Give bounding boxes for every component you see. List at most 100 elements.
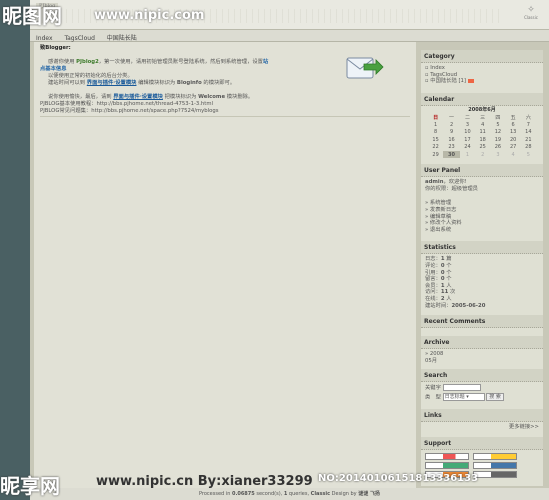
calendar-day[interactable]: 13	[506, 128, 521, 136]
calendar-day[interactable]: 15	[428, 136, 443, 144]
calendar-day[interactable]: 16	[443, 136, 460, 144]
archive-year[interactable]: » 2008	[425, 351, 539, 358]
greeting: 致Blogger:	[40, 45, 71, 51]
stat-label: 日志：	[425, 256, 441, 263]
stat-unit: 人	[444, 282, 452, 289]
calendar-day[interactable]: 5	[490, 121, 505, 129]
watermark-id: NO:20140106151813336133	[318, 473, 479, 484]
calendar-day[interactable]: 10	[460, 128, 475, 136]
nav-category[interactable]: 中国陆长陆	[101, 30, 141, 42]
rss-badge[interactable]	[425, 461, 469, 469]
calendar-day[interactable]: 21	[521, 136, 536, 144]
calendar-day[interactable]: 14	[521, 128, 536, 136]
edit-profile-link[interactable]: » 修改个人资料	[425, 220, 539, 227]
calendar-day[interactable]: 2	[475, 151, 490, 159]
pjblog-link[interactable]: PJblog2	[76, 59, 99, 65]
calendar-day[interactable]: 28	[521, 143, 536, 151]
calendar-day[interactable]: 3	[490, 151, 505, 159]
classic-theme-mark: ✧ Classic	[519, 5, 543, 21]
calendar-day[interactable]: 5	[521, 151, 536, 159]
search-type-row: 类 型 日志标题 ▾ 搜 索	[425, 392, 539, 401]
more-links[interactable]: 更多链接>>	[509, 424, 539, 430]
search-title: Search	[421, 369, 543, 383]
stat-row: 留言：0 个	[425, 276, 539, 283]
type-label: 类 型	[425, 394, 441, 401]
logout-link[interactable]: » 退出系统	[425, 227, 539, 234]
calendar-day[interactable]: 1	[428, 121, 443, 129]
calendar-day[interactable]: 7	[521, 121, 536, 129]
calendar-day[interactable]: 26	[490, 143, 505, 151]
calendar-day[interactable]: 9	[443, 128, 460, 136]
atom-badge[interactable]	[473, 461, 517, 469]
archive-title: Archive	[421, 336, 543, 350]
mail-arrow-icon	[346, 57, 384, 79]
w3c-xhtml-badge[interactable]	[425, 452, 469, 460]
keyword-label: 关键字	[425, 385, 441, 392]
nav-tagscloud[interactable]: TagsCloud	[58, 32, 98, 42]
content-divider	[40, 116, 410, 117]
tutorial-link[interactable]: PJBLOG基本使用教程：http://bbs.pjhome.net/threa…	[40, 101, 416, 108]
search-input[interactable]	[442, 384, 481, 392]
site-link[interactable]: 站	[263, 59, 268, 65]
calendar-weekday: 三	[480, 114, 486, 121]
calendar-day[interactable]: 23	[443, 143, 460, 151]
intro-line-5: 说你使用愉快，最后，请到 界面与插件·设置模块 把模块标识为 Welcome 模…	[40, 94, 416, 101]
text: ，第一次使用，请用初始管理员账号登陆系统，然后到系统管理，设置	[98, 59, 263, 65]
watermark-logo-bottom: 昵享网	[0, 474, 60, 498]
license-badge[interactable]	[473, 470, 517, 478]
category-item[interactable]: ▫ 中国陆长陆 [1]	[425, 78, 539, 85]
stat-label: 会员：	[425, 282, 441, 289]
calendar-day[interactable]: 19	[490, 136, 505, 144]
calendar-day[interactable]: 17	[460, 136, 475, 144]
calendar-day[interactable]: 18	[475, 136, 490, 144]
calendar-day[interactable]: 3	[460, 121, 475, 129]
classic-leaf-icon: ✧	[527, 5, 535, 15]
calendar-day[interactable]: 30	[443, 150, 460, 159]
module-settings-link[interactable]: 界面与插件·设置模块	[87, 80, 137, 86]
calendar-day[interactable]: 20	[506, 136, 521, 144]
search-button[interactable]: 搜 索	[486, 392, 504, 401]
designer-link[interactable]: 谜谜 飞扬	[358, 491, 380, 497]
search-keyword-row: 关键字	[425, 384, 539, 392]
stat-label: 留言：	[425, 276, 441, 283]
category-label: Index	[430, 65, 445, 71]
processed-time: 0.06875	[231, 491, 255, 497]
nav-index[interactable]: Index	[30, 32, 57, 42]
faq-link[interactable]: PJBLOG常见问题集：http://bbs.pjhome.net/space.…	[40, 108, 416, 115]
calendar-day[interactable]: 22	[428, 143, 443, 151]
module-settings-link-2[interactable]: 界面与插件·设置模块	[113, 94, 163, 100]
stat-unit: 人	[444, 296, 452, 302]
archive-month[interactable]: 05月	[425, 358, 539, 365]
text: 感谢你使用	[48, 59, 77, 65]
calendar-day[interactable]: 24	[460, 143, 475, 151]
search-type-select[interactable]: 日志标题 ▾	[442, 392, 485, 401]
watermark-url: www.nipic.com	[94, 8, 205, 23]
calendar-day[interactable]: 4	[506, 151, 521, 159]
calendar-day[interactable]: 2	[443, 121, 460, 129]
welcome-line: admin，欢迎你!	[425, 179, 539, 186]
calendar-day[interactable]: 11	[475, 128, 490, 136]
bloginfo-label: Bloginfo	[176, 80, 202, 86]
w3c-css-badge[interactable]	[473, 452, 517, 460]
user-panel-title: User Panel	[421, 164, 543, 178]
calendar-day[interactable]: 27	[506, 143, 521, 151]
calendar-day[interactable]: 6	[506, 121, 521, 129]
calendar-day[interactable]: 12	[490, 128, 505, 136]
category-item[interactable]: ▫ Index	[425, 65, 539, 72]
footer: Processed in 0.06875 second(s), 1 querie…	[30, 488, 549, 500]
calendar-day[interactable]: 29	[428, 151, 443, 159]
statistics: 日志：1 篇评论：0 个引用：0 个留言：0 个会员：1 人访问：11 次在线：…	[421, 254, 543, 311]
calendar-day[interactable]: 1	[460, 151, 475, 159]
rss-icon[interactable]	[467, 78, 474, 83]
stat-value: 2005-06-20	[451, 302, 486, 309]
calendar: 2008年6月 日一二三四五六 1 2 3 4 5 6 7 8 9 10 11 12 13 14 15 16 1…	[428, 106, 536, 159]
calendar-day[interactable]: 25	[475, 143, 490, 151]
stat-row: 在线：2 人	[425, 296, 539, 303]
user-rights: 你的权限：超级管理员	[425, 185, 478, 192]
calendar-day[interactable]: 8	[428, 128, 443, 136]
stat-label: 引用：	[425, 269, 441, 276]
site-info-link[interactable]: 点基本信息	[40, 66, 67, 72]
new-post-link[interactable]: » 发表新日志	[425, 207, 539, 214]
text: 建站时间可以到	[48, 80, 87, 86]
calendar-day[interactable]: 4	[475, 121, 490, 129]
